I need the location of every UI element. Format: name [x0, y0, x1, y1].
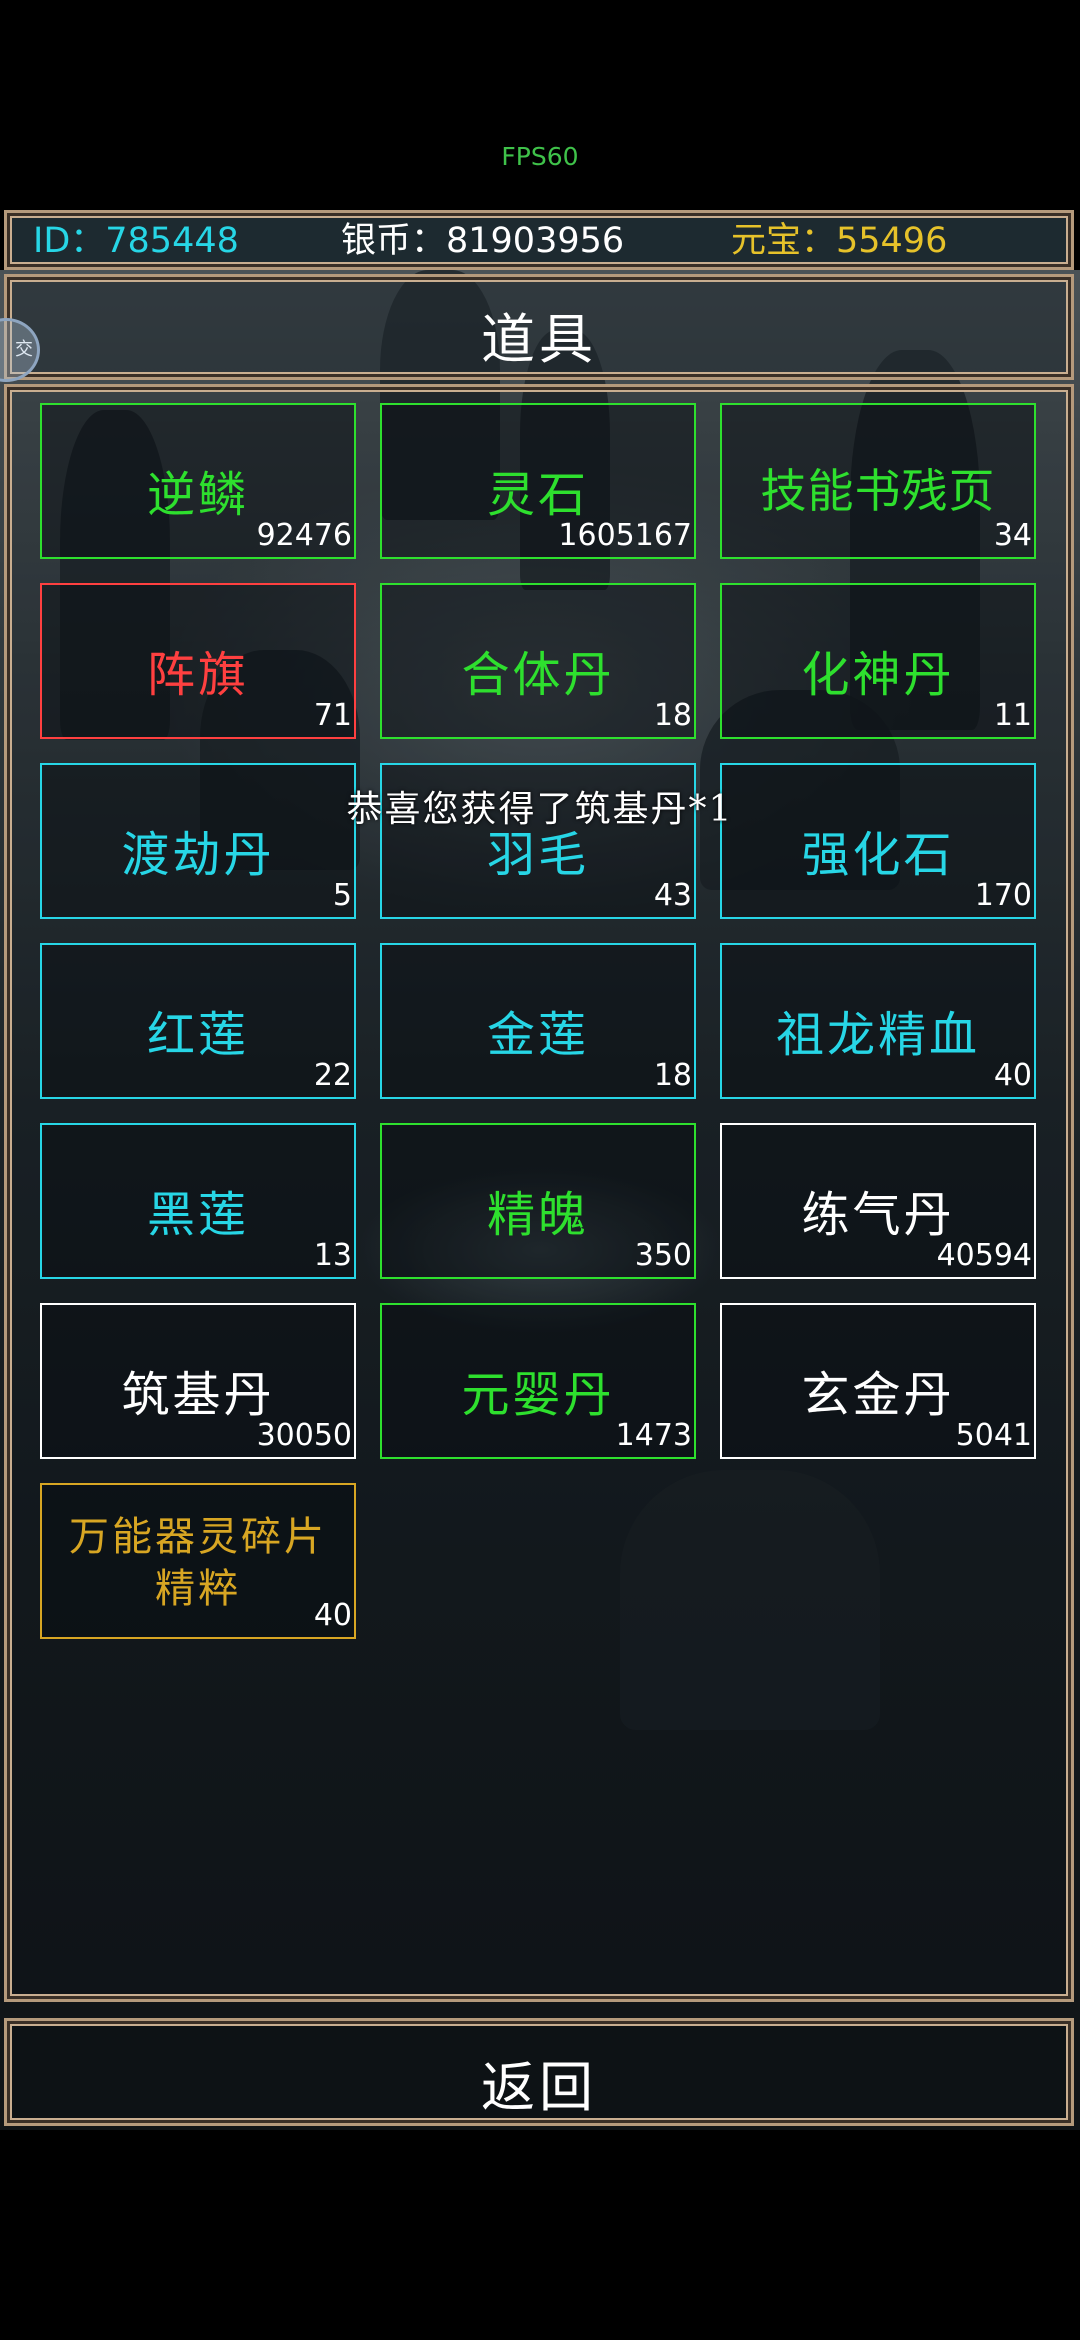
item-name: 红莲 [146, 1007, 249, 1063]
item-count: 5 [332, 878, 352, 913]
item-count: 350 [634, 1238, 692, 1273]
currency-bar: ID：785448 银币：81903956 元宝：55496 [4, 210, 1074, 270]
item-count: 22 [313, 1058, 352, 1093]
item-name: 灵石 [486, 467, 589, 523]
item-count: 71 [313, 698, 352, 733]
item-count: 11 [993, 698, 1032, 733]
item-count: 1473 [615, 1418, 692, 1453]
item-cell[interactable]: 元婴丹 1473 [380, 1303, 696, 1459]
item-count: 18 [653, 1058, 692, 1093]
item-cell[interactable]: 合体丹 18 [380, 583, 696, 739]
item-cell[interactable]: 逆鳞 92476 [40, 403, 356, 559]
item-name: 精魄 [486, 1187, 589, 1243]
player-id: ID：785448 [33, 221, 239, 261]
item-cell[interactable]: 灵石 1605167 [380, 403, 696, 559]
item-cell[interactable]: 练气丹 40594 [720, 1123, 1036, 1279]
item-name: 练气丹 [801, 1187, 955, 1243]
item-count: 34 [993, 518, 1032, 553]
item-name: 玄金丹 [801, 1367, 955, 1423]
item-name: 阵旗 [146, 647, 249, 703]
silver-balance: 银币：81903956 [341, 221, 625, 261]
item-count: 13 [313, 1238, 352, 1273]
item-cell[interactable]: 精魄 350 [380, 1123, 696, 1279]
item-name: 祖龙精血 [775, 1007, 980, 1063]
item-name: 化神丹 [801, 647, 955, 703]
item-count: 170 [974, 878, 1032, 913]
fps-counter: FPS60 [501, 142, 579, 171]
item-name: 技能书残页 [760, 464, 996, 518]
item-cell[interactable]: 筑基丹 30050 [40, 1303, 356, 1459]
ingot-balance: 元宝：55496 [731, 221, 948, 261]
item-name: 万能器灵碎片精粹 [69, 1514, 327, 1612]
item-count: 40 [313, 1598, 352, 1633]
item-cell[interactable]: 化神丹 11 [720, 583, 1036, 739]
item-count: 40 [993, 1058, 1032, 1093]
reward-toast: 恭喜您获得了筑基丹*1 [346, 789, 734, 830]
item-cell[interactable]: 万能器灵碎片精粹 40 [40, 1483, 356, 1639]
item-cell[interactable]: 阵旗 71 [40, 583, 356, 739]
item-cell[interactable]: 祖龙精血 40 [720, 943, 1036, 1099]
back-bar: 返回 [4, 2018, 1074, 2126]
item-name: 逆鳞 [146, 467, 249, 523]
item-count: 1605167 [558, 518, 692, 553]
item-cell[interactable]: 技能书残页 34 [720, 403, 1036, 559]
item-cell[interactable]: 金莲 18 [380, 943, 696, 1099]
item-name: 元婴丹 [461, 1367, 615, 1423]
page-title: 道具 [481, 308, 597, 371]
item-count: 92476 [256, 518, 352, 553]
item-count: 40594 [936, 1238, 1032, 1273]
item-name: 金莲 [486, 1007, 589, 1063]
item-count: 43 [653, 878, 692, 913]
item-cell[interactable]: 红莲 22 [40, 943, 356, 1099]
item-name: 合体丹 [461, 647, 615, 703]
title-bar: 道具 [4, 274, 1074, 380]
item-count: 18 [653, 698, 692, 733]
item-cell[interactable]: 玄金丹 5041 [720, 1303, 1036, 1459]
item-name: 筑基丹 [121, 1367, 275, 1423]
item-count: 30050 [256, 1418, 352, 1453]
item-count: 5041 [955, 1418, 1032, 1453]
item-name: 黑莲 [146, 1187, 249, 1243]
item-cell[interactable]: 黑莲 13 [40, 1123, 356, 1279]
back-button[interactable]: 返回 [7, 2043, 1071, 2122]
